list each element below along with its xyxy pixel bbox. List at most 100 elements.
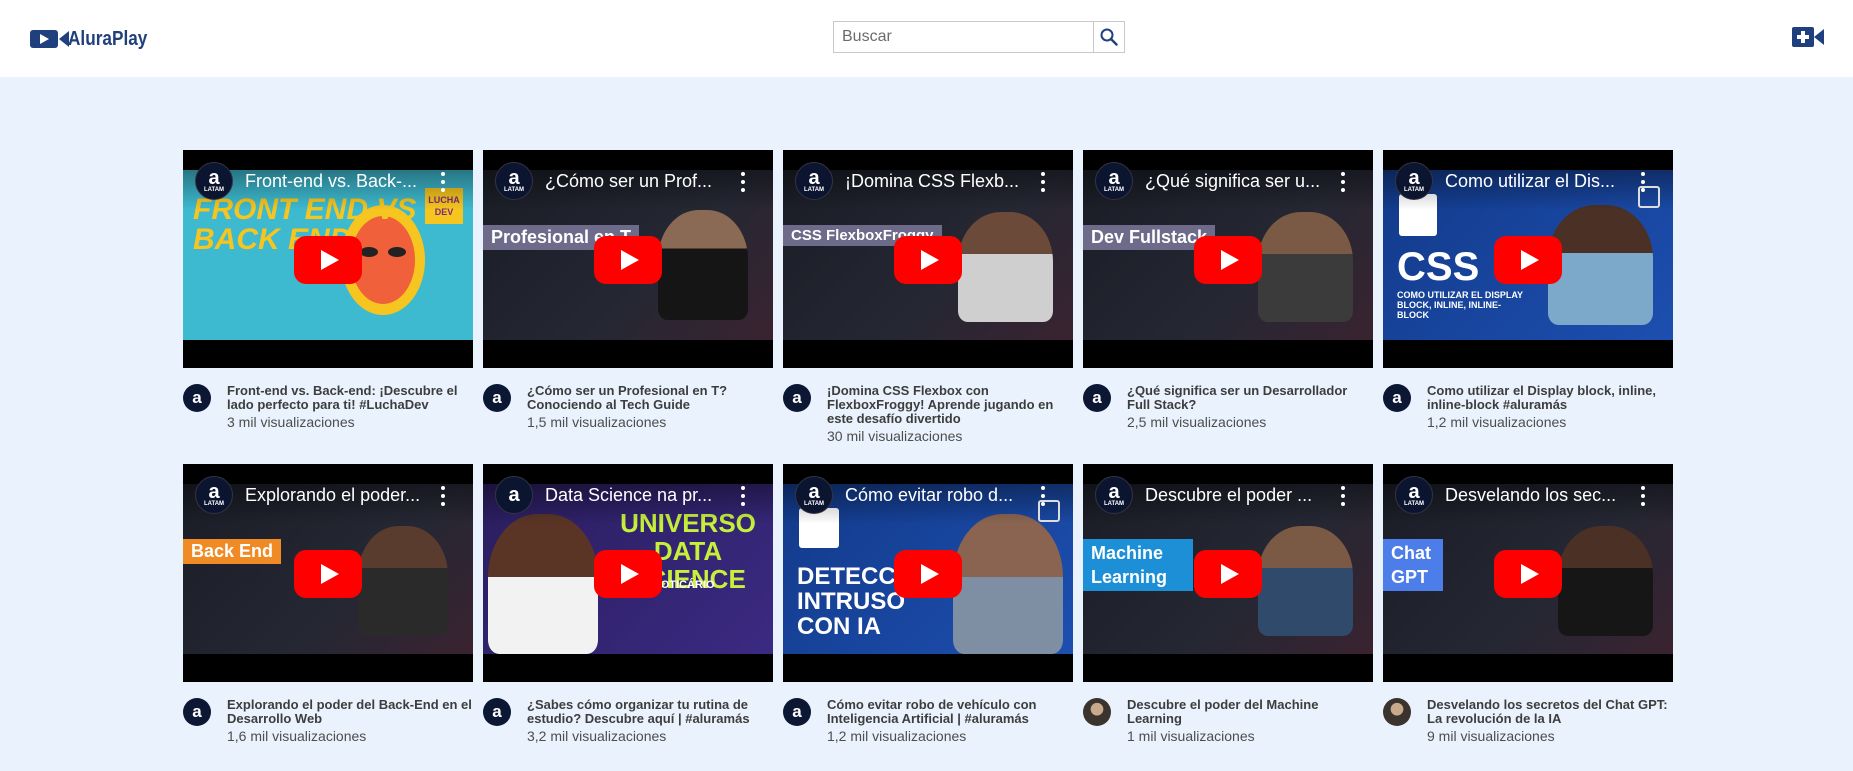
more-options-icon[interactable] <box>1033 170 1053 194</box>
thumb-title: Como utilizar el Dis... <box>1445 171 1616 191</box>
video-title[interactable]: Descubre el poder del Machine Learning <box>1127 698 1373 726</box>
video-info: a Como utilizar el Display block, inline… <box>1383 368 1673 464</box>
video-info: a Cómo evitar robo de vehículo con Intel… <box>783 682 1073 771</box>
search-input[interactable] <box>834 22 1094 52</box>
channel-avatar[interactable]: a <box>483 384 511 412</box>
presenter-image <box>953 514 1063 654</box>
video-title[interactable]: Como utilizar el Display block, inline, … <box>1427 384 1673 412</box>
video-add-icon[interactable] <box>1792 25 1824 49</box>
video-thumbnail[interactable]: Profesional en T a LATAM ¿Cómo ser un Pro… <box>483 150 773 368</box>
video-info: a Explorando el poder del Back-End en el… <box>183 682 473 771</box>
thumb-overlay-text: Back End <box>183 539 282 564</box>
more-options-icon[interactable] <box>1633 484 1653 508</box>
video-title[interactable]: ¿Qué significa ser un Desarrollador Full… <box>1127 384 1373 412</box>
channel-avatar[interactable]: a <box>1083 384 1111 412</box>
view-count: 2,5 mil visualizaciones <box>1127 414 1267 430</box>
channel-logo[interactable]: a LATAM <box>795 162 833 200</box>
channel-logo[interactable]: a LATAM <box>195 162 233 200</box>
video-info: a Front-end vs. Back-end: ¡Descubre el l… <box>183 368 473 464</box>
video-card: Profesional en T a LATAM ¿Cómo ser un Pro… <box>483 150 773 464</box>
play-button-icon[interactable] <box>894 236 962 284</box>
presenter-image <box>358 526 448 636</box>
add-to-queue-icon[interactable] <box>1638 186 1660 208</box>
video-info: a ¿Qué significa ser un Desarrollador Fu… <box>1083 368 1373 464</box>
thumb-title: Explorando el poder... <box>245 485 421 505</box>
channel-logo[interactable]: a LATAM <box>195 476 233 514</box>
more-options-icon[interactable] <box>433 170 453 194</box>
video-card: UNIVERSO DATA SCIENCE o BOTICÁRIO a Data… <box>483 464 773 764</box>
thumb-overlay-text: Machine Learning <box>1083 539 1193 591</box>
channel-logo[interactable]: a LATAM <box>795 476 833 514</box>
video-info: Descubre el poder del Machine Learning 1… <box>1083 682 1373 771</box>
play-button-icon[interactable] <box>894 550 962 598</box>
play-button-icon[interactable] <box>594 236 662 284</box>
channel-logo[interactable]: a LATAM <box>1095 476 1133 514</box>
video-thumbnail[interactable]: UNIVERSO DATA SCIENCE o BOTICÁRIO a Data… <box>483 464 773 682</box>
play-button-icon[interactable] <box>1494 236 1562 284</box>
play-button-icon[interactable] <box>294 550 362 598</box>
view-count: 1,2 mil visualizaciones <box>827 728 967 744</box>
play-button-icon[interactable] <box>594 550 662 598</box>
presenter-image <box>658 210 748 320</box>
alura-play-logo[interactable]: AluraPlay <box>30 26 160 52</box>
channel-logo[interactable]: a <box>495 476 533 514</box>
channel-avatar[interactable]: a <box>1383 384 1411 412</box>
channel-avatar[interactable]: a <box>183 384 211 412</box>
play-button-icon[interactable] <box>1494 550 1562 598</box>
thumb-overlay-subtext: COMO UTILIZAR EL DISPLAY BLOCK, INLINE, … <box>1397 290 1523 320</box>
video-title[interactable]: ¿Cómo ser un Profesional en T? Conociend… <box>527 384 773 412</box>
channel-avatar[interactable]: a <box>483 698 511 726</box>
video-title[interactable]: Explorando el poder del Back-End en el D… <box>227 698 473 726</box>
video-title[interactable]: ¿Sabes cómo organizar tu rutina de estud… <box>527 698 773 726</box>
more-options-icon[interactable] <box>1333 484 1353 508</box>
video-info: a ¡Domina CSS Flexbox con FlexboxFroggy!… <box>783 368 1073 464</box>
video-card: Chat GPT a LATAM Desvelando los sec... De… <box>1383 464 1673 764</box>
video-card: Machine Learning a LATAM Descubre el pode… <box>1083 464 1373 764</box>
video-thumbnail[interactable]: DETECC INTRUSO CON IA a LATAM Cómo evitar… <box>783 464 1073 682</box>
view-count: 1 mil visualizaciones <box>1127 728 1255 744</box>
video-title[interactable]: Front-end vs. Back-end: ¡Descubre el lad… <box>227 384 473 412</box>
channel-avatar[interactable]: a <box>183 698 211 726</box>
more-options-icon[interactable] <box>733 484 753 508</box>
video-card: Back End a LATAM Explorando el poder... a… <box>183 464 473 764</box>
video-title[interactable]: ¡Domina CSS Flexbox con FlexboxFroggy! A… <box>827 384 1073 426</box>
play-button-icon[interactable] <box>294 236 362 284</box>
video-thumbnail[interactable]: Back End a LATAM Explorando el poder... <box>183 464 473 682</box>
channel-logo[interactable]: a LATAM <box>495 162 533 200</box>
play-button-icon[interactable] <box>1194 550 1262 598</box>
more-options-icon[interactable] <box>733 170 753 194</box>
presenter-image <box>1558 526 1653 636</box>
thumb-title: Descubre el poder ... <box>1145 485 1313 505</box>
video-title[interactable]: Desvelando los secretos del Chat GPT: La… <box>1427 698 1673 726</box>
channel-avatar[interactable]: a <box>783 698 811 726</box>
video-thumbnail[interactable]: CSS COMO UTILIZAR EL DISPLAY BLOCK, INLI… <box>1383 150 1673 368</box>
channel-logo[interactable]: a LATAM <box>1395 476 1433 514</box>
presenter-image <box>1548 205 1653 325</box>
video-thumbnail[interactable]: Machine Learning a LATAM Descubre el pode… <box>1083 464 1373 682</box>
search-button[interactable] <box>1094 22 1124 52</box>
more-options-icon[interactable] <box>433 484 453 508</box>
channel-avatar[interactable] <box>1383 698 1411 726</box>
video-thumbnail[interactable]: Dev Fullstack a LATAM ¿Qué significa ser … <box>1083 150 1373 368</box>
thumb-title: ¡Domina CSS Flexb... <box>845 171 1020 191</box>
thumb-overlay-text: CSS <box>1397 245 1480 289</box>
video-thumbnail[interactable]: Chat GPT a LATAM Desvelando los sec... <box>1383 464 1673 682</box>
channel-logo[interactable]: a LATAM <box>1395 162 1433 200</box>
video-grid: FRONT END VS BACK END LUCHA DEV aLATAM F… <box>183 150 1675 764</box>
presenter-image <box>488 514 598 654</box>
video-title[interactable]: Cómo evitar robo de vehículo con Intelig… <box>827 698 1073 726</box>
video-thumbnail[interactable]: FRONT END VS BACK END LUCHA DEV aLATAM F… <box>183 150 473 368</box>
channel-logo[interactable]: a LATAM <box>1095 162 1133 200</box>
thumb-title: Cómo evitar robo d... <box>845 485 1014 505</box>
channel-avatar[interactable]: a <box>783 384 811 412</box>
presenter-image <box>1258 526 1353 636</box>
channel-avatar[interactable] <box>1083 698 1111 726</box>
video-card: FRONT END VS BACK END LUCHA DEV aLATAM F… <box>183 150 473 464</box>
play-button-icon[interactable] <box>1194 236 1262 284</box>
search-icon <box>1100 28 1118 46</box>
video-thumbnail[interactable]: CSS FlexboxFroggy a LATAM ¡Domina CSS Fle… <box>783 150 1073 368</box>
brand-name: AluraPlay <box>68 27 148 50</box>
more-options-icon[interactable] <box>1333 170 1353 194</box>
thumb-overlay-text: Chat GPT <box>1383 539 1443 591</box>
add-to-queue-icon[interactable] <box>1038 500 1060 522</box>
